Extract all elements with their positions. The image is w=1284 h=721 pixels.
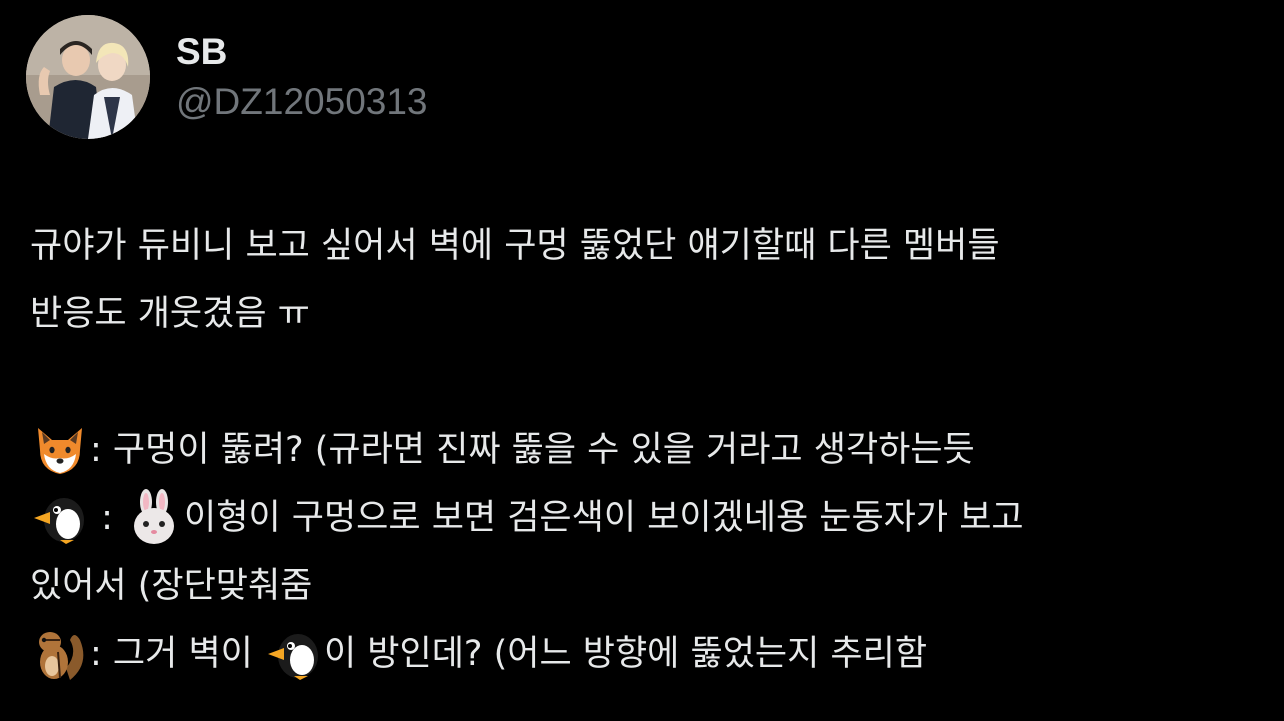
tweet-line: : 그거 벽이 이 방인데? (어느 방향에 뚫었는지 추리함 — [30, 620, 1265, 688]
user-handle[interactable]: @DZ12050313 — [176, 80, 428, 124]
display-name[interactable]: SB — [176, 30, 227, 74]
tweet-line-text: 반응도 개웃겼음 ㅠ — [30, 294, 310, 334]
tweet-line: : 이형이 구멍으로 보면 검은색이 보이겠네용 눈동자가 보고 — [30, 484, 1265, 552]
tweet-line-text: : 구멍이 뚫려? (규라면 진짜 뚫을 수 있을 거라고 생각하는듯 — [90, 430, 975, 470]
tweet-line: 반응도 개웃겼음 ㅠ — [30, 280, 1265, 348]
tweet-line: : 구멍이 뚫려? (규라면 진짜 뚫을 수 있을 거라고 생각하는듯 — [30, 416, 1265, 484]
tweet-line-text: 이 방인데? (어느 방향에 뚫었는지 추리함 — [323, 634, 928, 674]
rabbit-emoji-icon — [124, 488, 184, 548]
tweet-separator: : — [90, 498, 125, 538]
tweet-text: 규야가 듀비니 보고 싶어서 벽에 구멍 뚫었단 얘기할때 다른 멤버들 반응도… — [30, 212, 1265, 688]
penguin-emoji-icon — [30, 488, 90, 548]
tweet-line: 규야가 듀비니 보고 싶어서 벽에 구멍 뚫었단 얘기할때 다른 멤버들 — [30, 212, 1265, 280]
tweet-line-text: : 그거 벽이 — [90, 634, 264, 674]
tweet-line-text: 규야가 듀비니 보고 싶어서 벽에 구멍 뚫었단 얘기할때 다른 멤버들 — [30, 226, 1000, 266]
tweet-line-text: 있어서 (장단맞춰줌 — [30, 566, 313, 606]
chipmunk-emoji-icon — [30, 624, 90, 684]
penguin-emoji-icon — [264, 624, 324, 684]
tweet-line-text: 이형이 구멍으로 보면 검은색이 보이겠네용 눈동자가 보고 — [184, 498, 1024, 538]
tweet-line: 있어서 (장단맞춰줌 — [30, 552, 1265, 620]
fox-emoji-icon — [30, 420, 90, 480]
avatar[interactable] — [26, 15, 150, 139]
